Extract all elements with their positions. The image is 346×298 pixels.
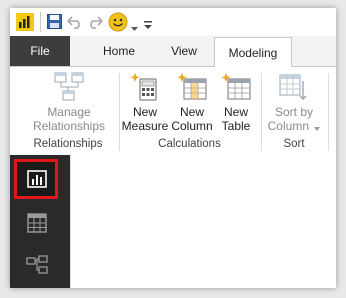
smiley-dropdown-caret-icon[interactable] [131,19,138,37]
ribbon-modeling: Manage Relationships Relationships New M… [10,67,336,156]
new-column-label-line2: Column [171,119,213,133]
new-measure-label-line1: New [132,105,157,119]
manage-relationships-button[interactable]: Manage Relationships [20,71,118,133]
manage-relationships-label-line2: Relationships [32,119,106,133]
relationships-view-button[interactable] [14,245,58,285]
new-measure-button[interactable]: New Measure [121,71,169,133]
power-bi-window: File Home View Modeling Manage Relations… [10,8,336,288]
power-bi-app-icon[interactable] [16,13,34,36]
report-canvas[interactable] [70,155,336,288]
sort-by-column-label-line1: Sort by [274,105,313,119]
sort-by-column-label-text: Column [267,119,309,133]
customize-toolbar-icon[interactable] [143,17,153,35]
group-label-relationships: Relationships [33,138,103,150]
screenshot-frame: File Home View Modeling Manage Relations… [0,0,346,298]
tab-view[interactable]: View [156,36,212,66]
group-label-calculations: Calculations [158,138,221,150]
manage-relationships-label-line1: Manage [47,105,91,119]
sort-by-column-button[interactable]: Sort by Column [264,71,324,134]
group-divider [328,73,329,151]
save-icon[interactable] [47,14,62,34]
sort-by-column-label-line2: Column [264,119,324,134]
quick-access-toolbar [10,8,336,36]
new-column-label-line1: New [179,105,204,119]
report-view-icon [27,170,47,193]
tab-modeling[interactable]: Modeling [214,37,292,68]
manage-relationships-icon [20,71,118,105]
relationships-view-icon [26,255,48,280]
smiley-feedback-icon[interactable] [108,12,128,37]
data-view-button[interactable] [14,203,58,243]
sort-by-column-icon [264,71,324,105]
sort-by-column-caret-icon [314,120,321,134]
group-label-sort: Sort [283,138,305,150]
new-table-button[interactable]: New Table [215,71,257,133]
redo-icon[interactable] [87,14,104,34]
ribbon-tab-bar: File Home View Modeling [10,36,336,68]
new-column-button[interactable]: New Column [169,71,215,133]
new-measure-icon [121,71,169,105]
new-measure-label-line2: Measure [121,119,169,133]
new-table-label-line1: New [223,105,248,119]
group-divider [261,73,262,151]
toolbar-divider [40,12,41,32]
tab-home[interactable]: Home [90,36,148,66]
group-divider [119,73,120,151]
tab-file[interactable]: File [10,36,70,66]
data-view-icon [27,213,47,238]
new-table-label-line2: Table [221,119,251,133]
view-switcher-nav [10,155,70,288]
undo-icon[interactable] [66,14,83,34]
new-column-icon [169,71,215,105]
new-table-icon [215,71,257,105]
report-view-button[interactable] [14,159,58,199]
